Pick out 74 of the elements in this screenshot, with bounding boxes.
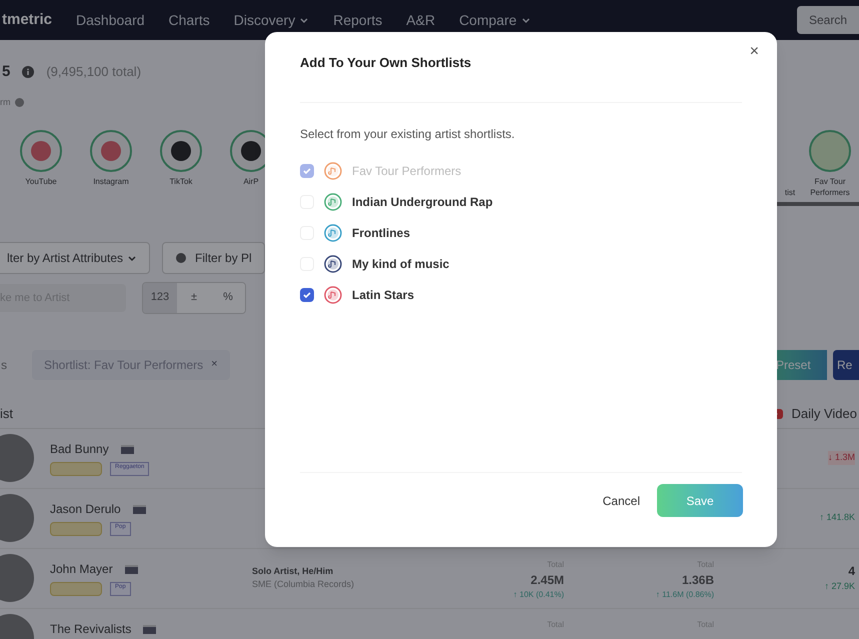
checkbox[interactable] (300, 288, 314, 302)
platform-label: TikTok (170, 176, 192, 188)
nav-link[interactable]: Charts (168, 10, 210, 30)
platform-logo-icon (241, 140, 261, 160)
artist-photo-placeholder (0, 434, 34, 482)
stat-change: ↓ 1.3M (828, 451, 855, 465)
shortlist-option[interactable]: Indian Underground Rap (300, 192, 742, 210)
flag-icon (120, 444, 134, 454)
platform-logo-icon (171, 140, 191, 160)
close-button[interactable]: × (750, 40, 759, 64)
column-header: ist (0, 404, 13, 423)
artist-name: Bad Bunny (50, 441, 109, 458)
checkmark-icon (302, 166, 312, 176)
shortlist-label: tist (784, 186, 796, 198)
search-input[interactable]: Search (809, 11, 857, 29)
platform-label: Instagram (93, 176, 129, 188)
artist-name: Jason Derulo (50, 501, 121, 518)
flag-icon (124, 564, 138, 574)
brand-logo-text: tmetric (2, 10, 52, 30)
filter-button[interactable]: Filter by Pl (162, 242, 265, 274)
artist-info-text: Solo Artist, He/Him (252, 564, 334, 578)
column-header: Daily Video (791, 404, 857, 423)
search-field[interactable]: Search (797, 6, 859, 34)
shortlist-option[interactable]: My kind of music (300, 254, 742, 272)
format-segment[interactable]: % (211, 282, 245, 312)
shortlist-option[interactable]: Latin Stars (300, 286, 742, 304)
format-segment[interactable]: 123 (143, 282, 177, 312)
format-segment[interactable]: ± (177, 282, 211, 312)
shortlist-label: Fav Tour Performers (809, 176, 851, 198)
artist-info-text: SME (Columbia Records) (252, 578, 356, 591)
flag-icon (132, 504, 146, 514)
shortlist-name: My kind of music (352, 256, 450, 272)
flag-icon (143, 624, 156, 634)
nav-link[interactable]: Reports (333, 10, 382, 30)
stat-change: ↑ 27.9K (824, 580, 855, 594)
platform-logo-icon (101, 140, 121, 160)
nav-link[interactable]: Dashboard (76, 10, 145, 30)
shortlist-name: Fav Tour Performers (352, 162, 462, 180)
chip-fragment-text: s (1, 356, 7, 374)
checkmark-icon (302, 290, 312, 300)
nav-link[interactable]: A&R (406, 10, 436, 30)
dialog-subtitle: Select from your existing artist shortlists. (300, 126, 516, 142)
artist-photo-placeholder (0, 494, 34, 542)
platform-logo-icon (31, 140, 51, 160)
stat-value: 4 (848, 563, 855, 580)
cancel-button[interactable]: Cancel (602, 492, 640, 510)
artist-name: The Revivalists (50, 621, 132, 638)
stat-change: ↑ 141.8K (819, 511, 855, 524)
count-text: 5 (2, 62, 10, 82)
stat-value: 1.36B (682, 572, 714, 588)
dialog-title: Add To Your Own Shortlists (300, 54, 472, 72)
action-button[interactable]: Re (833, 350, 859, 380)
genre-badge (50, 522, 102, 536)
stat-change: ↑ 10K (0.41%) (513, 588, 564, 600)
save-button[interactable]: Save (657, 484, 743, 517)
genre-badge (50, 582, 102, 596)
stat-value: 2.45M (530, 572, 564, 588)
shortlist-name: Latin Stars (352, 286, 414, 304)
filter-button[interactable]: lter by Artist Attributes (0, 242, 150, 274)
total-count-text: (9,495,100 total) (46, 63, 142, 82)
chip-close-button[interactable]: × (211, 356, 218, 373)
stat-change: ↑ 11.6M (0.86%) (656, 588, 714, 600)
platform-label: AirP (243, 176, 259, 188)
shortlist-option[interactable]: Frontlines (300, 224, 742, 242)
artist-photo-placeholder (0, 554, 34, 602)
shortlist-avatar[interactable] (809, 130, 851, 172)
platform-label: YouTube (25, 176, 57, 188)
genre-badge (50, 462, 102, 476)
nav-link[interactable]: Compare (459, 10, 531, 30)
shortlist-name: Frontlines (352, 224, 410, 242)
artist-name: John Mayer (50, 561, 113, 578)
nav-link[interactable]: Discovery (234, 10, 310, 30)
platform-section-label: rm (0, 96, 10, 109)
shortlist-name: Indian Underground Rap (352, 194, 493, 210)
